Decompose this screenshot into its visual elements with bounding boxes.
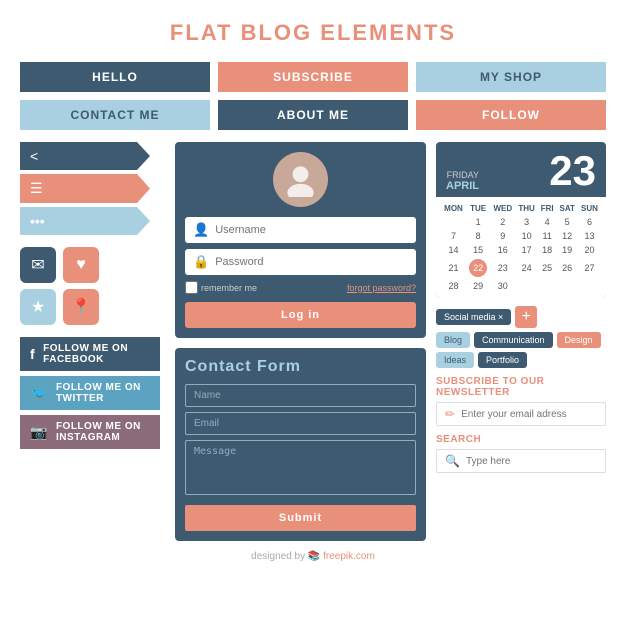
instagram-button[interactable]: 📷 FOLLOW ME ON INSTAGRAM [20, 415, 160, 449]
content-area: < ☰ ••• ✉ ♥ [20, 142, 606, 541]
password-input-row: 🔒 [185, 249, 416, 275]
tags-header: Social media × + [436, 306, 606, 328]
top-nav-row2: CONTACT ME ABOUT ME FOLLOW [20, 100, 606, 130]
table-row: 28 29 30 [441, 279, 601, 293]
calendar-date: 23 [549, 150, 596, 192]
search-input[interactable] [466, 456, 597, 467]
heart-icon: ♥ [76, 256, 86, 274]
calendar-header: FRIDAY APRIL 23 [436, 142, 606, 197]
follow-button[interactable]: FOLLOW [416, 100, 606, 130]
contact-form-card: Contact Form Submit [175, 348, 426, 541]
instagram-icon: 📷 [30, 424, 48, 441]
contact-form-title: Contact Form [185, 358, 416, 376]
star-icon: ★ [31, 297, 45, 317]
ribbon-menu[interactable]: ☰ [20, 174, 165, 203]
tag-blog[interactable]: Blog [436, 332, 470, 348]
login-button[interactable]: Log in [185, 302, 416, 328]
active-tag[interactable]: Social media × [436, 309, 511, 325]
star-icon-box[interactable]: ★ [20, 289, 56, 325]
location-icon: 📍 [71, 297, 91, 317]
tag-portfolio[interactable]: Portfolio [478, 352, 527, 368]
menu-icon: ☰ [30, 180, 43, 197]
add-tag-button[interactable]: + [515, 306, 537, 328]
calendar-month: APRIL [446, 180, 479, 192]
remember-row: remember me forgot password? [185, 281, 416, 294]
password-input[interactable] [215, 256, 408, 268]
newsletter-title: SUBSCRIBE TO OUR NEWSLETTER [436, 376, 606, 398]
left-column: < ☰ ••• ✉ ♥ [20, 142, 165, 541]
about-me-button[interactable]: ABOUT ME [218, 100, 408, 130]
remember-label: remember me [185, 281, 257, 294]
email-input[interactable] [185, 412, 416, 435]
calendar-today: 22 [469, 259, 487, 277]
footer: designed by 📚 freepik.com [20, 551, 606, 562]
calendar-day: FRIDAY [446, 170, 479, 180]
instagram-label: FOLLOW ME ON INSTAGRAM [56, 421, 150, 443]
newsletter-input[interactable] [461, 409, 597, 420]
ribbon-share[interactable]: < [20, 142, 165, 170]
dots-icon: ••• [30, 213, 45, 229]
login-card: 👤 🔒 remember me forgot password? Log in [175, 142, 426, 338]
twitter-icon: 🐦 [30, 385, 48, 402]
heart-icon-box[interactable]: ♥ [63, 247, 99, 283]
user-icon: 👤 [193, 222, 209, 238]
email-icon: ✉ [31, 255, 44, 275]
calendar-month-info: FRIDAY APRIL [446, 170, 479, 192]
facebook-label: FOLLOW ME ON FACEBOOK [43, 343, 150, 365]
right-column: FRIDAY APRIL 23 MON TUE WED THU [436, 142, 606, 541]
location-icon-box[interactable]: 📍 [63, 289, 99, 325]
table-row: 7 8 9 10 11 12 13 [441, 229, 601, 243]
tag-ideas[interactable]: Ideas [436, 352, 474, 368]
calendar-card: FRIDAY APRIL 23 MON TUE WED THU [436, 142, 606, 298]
hello-button[interactable]: HELLO [20, 62, 210, 92]
icon-grid: ✉ ♥ ★ 📍 [20, 247, 100, 325]
tag-design[interactable]: Design [557, 332, 601, 348]
tags-row: Blog Communication Design Ideas Portfoli… [436, 332, 606, 368]
share-icon: < [30, 148, 38, 164]
table-row: 1 2 3 4 5 6 [441, 215, 601, 229]
search-input-row: 🔍 [436, 449, 606, 473]
avatar-svg [283, 162, 318, 197]
facebook-icon: f [30, 346, 35, 362]
ribbon-dots[interactable]: ••• [20, 207, 165, 235]
username-input[interactable] [215, 224, 408, 236]
footer-text: freepik.com [323, 551, 375, 562]
remember-checkbox[interactable] [185, 281, 198, 294]
search-icon: 🔍 [445, 454, 460, 468]
search-title: SEARCH [436, 434, 606, 445]
table-row: 14 15 16 17 18 19 20 [441, 243, 601, 257]
newsletter-input-row: ✏ [436, 402, 606, 426]
email-icon-box[interactable]: ✉ [20, 247, 56, 283]
contact-me-button[interactable]: CONTACT ME [20, 100, 210, 130]
top-nav-row1: HELLO SUBSCRIBE MY SHOP [20, 62, 606, 92]
pencil-icon: ✏ [445, 407, 455, 421]
submit-button[interactable]: Submit [185, 505, 416, 531]
middle-column: 👤 🔒 remember me forgot password? Log in [175, 142, 426, 541]
table-row: 21 22 23 24 25 26 27 [441, 257, 601, 279]
page-title: FLAT BLOG ELEMENTS [20, 20, 606, 46]
calendar-grid: MON TUE WED THU FRI SAT SUN [436, 197, 606, 298]
name-input[interactable] [185, 384, 416, 407]
username-input-row: 👤 [185, 217, 416, 243]
tag-communication[interactable]: Communication [474, 332, 553, 348]
twitter-button[interactable]: 🐦 FOLLOW ME ON TWITTER [20, 376, 160, 410]
message-input[interactable] [185, 440, 416, 495]
facebook-button[interactable]: f FOLLOW ME ON FACEBOOK [20, 337, 160, 371]
twitter-label: FOLLOW ME ON TWITTER [56, 382, 150, 404]
myshop-button[interactable]: MY SHOP [416, 62, 606, 92]
subscribe-button[interactable]: SUBSCRIBE [218, 62, 408, 92]
avatar [273, 152, 328, 207]
forgot-password-link[interactable]: forgot password? [347, 283, 416, 293]
lock-icon: 🔒 [193, 254, 209, 270]
